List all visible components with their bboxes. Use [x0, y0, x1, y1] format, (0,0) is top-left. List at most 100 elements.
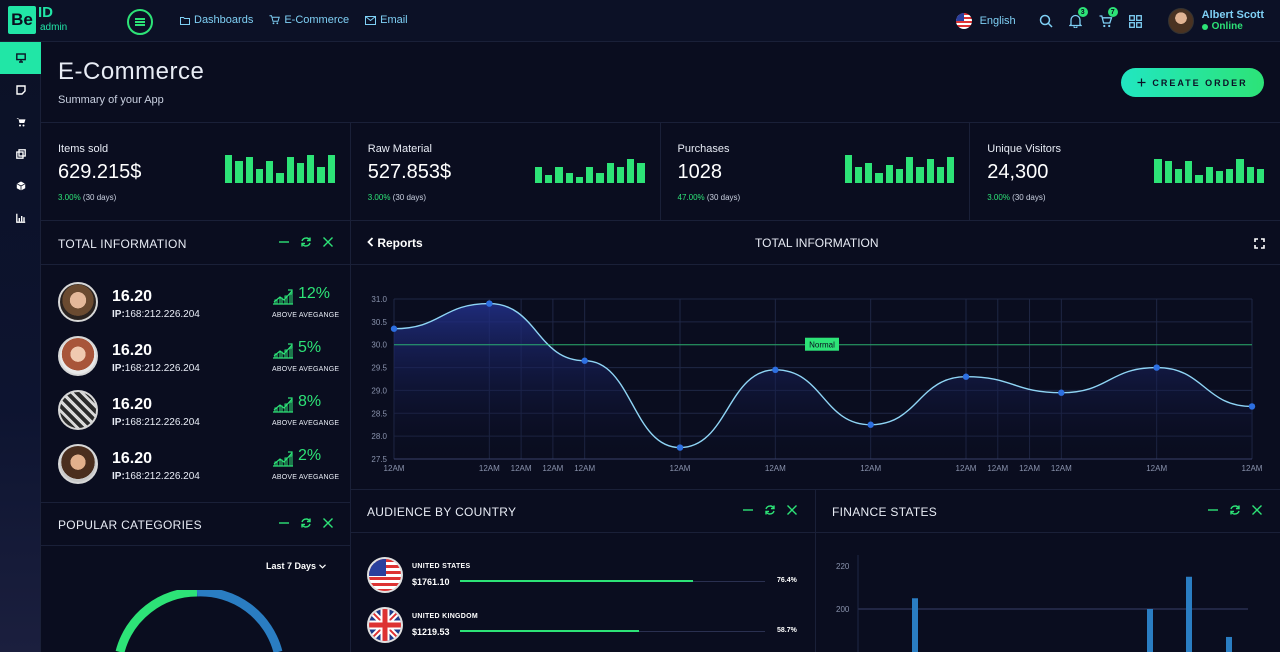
plus-icon [1137, 78, 1146, 87]
spark-bar [1256, 169, 1265, 183]
stat-label: Unique Visitors [987, 143, 1062, 155]
spark-bar [327, 155, 335, 183]
x-tick-label: 12AM [511, 464, 532, 473]
spark-bar [865, 163, 873, 183]
close-button[interactable] [786, 504, 798, 516]
x-tick-label: 12AM [860, 464, 881, 473]
country-pct: 76.4% [777, 577, 797, 584]
spark-bar [1195, 175, 1203, 183]
nav-email[interactable]: Email [365, 14, 408, 26]
reports-back-link[interactable]: Reports [367, 236, 423, 250]
spark-bar [854, 167, 863, 183]
user-avatar[interactable] [1167, 8, 1194, 34]
minimize-button[interactable] [742, 504, 754, 516]
copy-icon [15, 149, 26, 159]
country-pct: 58.7% [777, 627, 797, 634]
avatar [58, 282, 98, 322]
user-info[interactable]: Albert Scott Online [1201, 9, 1264, 33]
y-tick-label: 28.5 [371, 409, 387, 418]
period-label: Last 7 Days [266, 561, 317, 571]
close-icon [787, 505, 797, 515]
info-row: 16.20 IP:168:212.226.204 2% ABOVE AVEGAN… [58, 444, 348, 486]
minimize-button[interactable] [278, 517, 290, 529]
minimize-button[interactable] [278, 236, 290, 248]
spark-bar [1185, 161, 1193, 183]
logo[interactable]: Be ID admin [8, 5, 67, 34]
spark-bar [844, 155, 852, 183]
minus-icon [1208, 509, 1218, 511]
cart-icon [269, 15, 281, 25]
y-tick-label: 27.5 [371, 455, 387, 464]
refresh-icon [301, 518, 311, 528]
period-dropdown[interactable]: Last 7 Days [266, 561, 326, 571]
popular-tools [278, 517, 334, 529]
us-flag-icon [367, 557, 403, 593]
country-name: UNITED KINGDOM [412, 613, 479, 620]
trend-up-icon [273, 397, 293, 413]
cart-icon [16, 118, 25, 127]
spark-bar [616, 167, 625, 183]
spark-bar [255, 169, 264, 183]
x-tick-label: 12AM [1242, 464, 1263, 473]
us-flag-icon[interactable] [955, 13, 972, 29]
hamburger-menu-button[interactable] [127, 9, 153, 35]
country-row: UNITED STATES $1761.10 76.4% [367, 557, 807, 595]
sidebar-item-shop[interactable] [0, 106, 41, 138]
close-button[interactable] [322, 517, 334, 529]
divider [41, 502, 350, 503]
close-icon [323, 237, 333, 247]
sidebar-item-dashboard[interactable] [0, 42, 41, 74]
nav-dashboards[interactable]: Dashboards [180, 14, 253, 26]
x-tick-label: 12AM [987, 464, 1008, 473]
stat-period: (30 days) [82, 193, 117, 202]
notifications-button[interactable]: 3 [1068, 7, 1088, 29]
y-tick-label: 30.0 [371, 341, 387, 350]
top-bar: Be ID admin Dashboards E-Commerce Email … [0, 0, 1280, 42]
total-info-title: TOTAL INFORMATION [58, 237, 187, 251]
spark-bar [885, 165, 893, 183]
cart-button[interactable]: 7 [1098, 7, 1118, 29]
audience-title: AUDIENCE BY COUNTRY [367, 505, 517, 519]
search-icon [1039, 14, 1053, 28]
spark-bar [534, 167, 543, 183]
hamburger-icon [135, 19, 145, 25]
sidebar-item-pages[interactable] [0, 138, 41, 170]
spark-bar [1205, 167, 1213, 183]
popular-categories-title: POPULAR CATEGORIES [58, 518, 202, 532]
fullscreen-icon [1253, 237, 1265, 249]
sidebar-item-notes[interactable] [0, 74, 41, 106]
nav-ecommerce[interactable]: E-Commerce [269, 14, 349, 26]
data-point [486, 300, 493, 307]
sidebar-item-products[interactable] [0, 170, 41, 202]
cube-icon [16, 181, 25, 191]
refresh-button[interactable] [764, 504, 776, 516]
cart-badge: 7 [1107, 7, 1118, 17]
spark-bar [575, 177, 584, 183]
refresh-button[interactable] [1229, 504, 1241, 516]
spark-bar [565, 173, 573, 183]
fullscreen-button[interactable] [1253, 237, 1265, 249]
donut-segment-green [115, 590, 198, 652]
refresh-icon [765, 505, 775, 515]
spark-bar [1164, 161, 1172, 183]
sidebar-item-analytics[interactable] [0, 202, 41, 234]
mail-icon [365, 15, 377, 25]
search-button[interactable] [1038, 13, 1054, 29]
info-pct: 5% [298, 339, 322, 356]
close-button[interactable] [322, 236, 334, 248]
info-caption: ABOVE AVEGANGE [272, 312, 340, 319]
create-order-button[interactable]: CREATE ORDER [1121, 68, 1264, 97]
x-tick-label: 12AM [1146, 464, 1167, 473]
avatar [58, 390, 98, 430]
finance-title: FINANCE STATES [832, 505, 938, 519]
minimize-button[interactable] [1207, 504, 1219, 516]
apps-button[interactable] [1128, 13, 1144, 29]
close-button[interactable] [1251, 504, 1263, 516]
data-point [676, 444, 684, 451]
language-selector[interactable]: English [980, 15, 1016, 27]
spark-bar [235, 161, 243, 183]
refresh-button[interactable] [300, 517, 312, 529]
refresh-button[interactable] [300, 236, 312, 248]
info-pct: 8% [298, 393, 322, 410]
x-tick-label: 12AM [574, 464, 595, 473]
